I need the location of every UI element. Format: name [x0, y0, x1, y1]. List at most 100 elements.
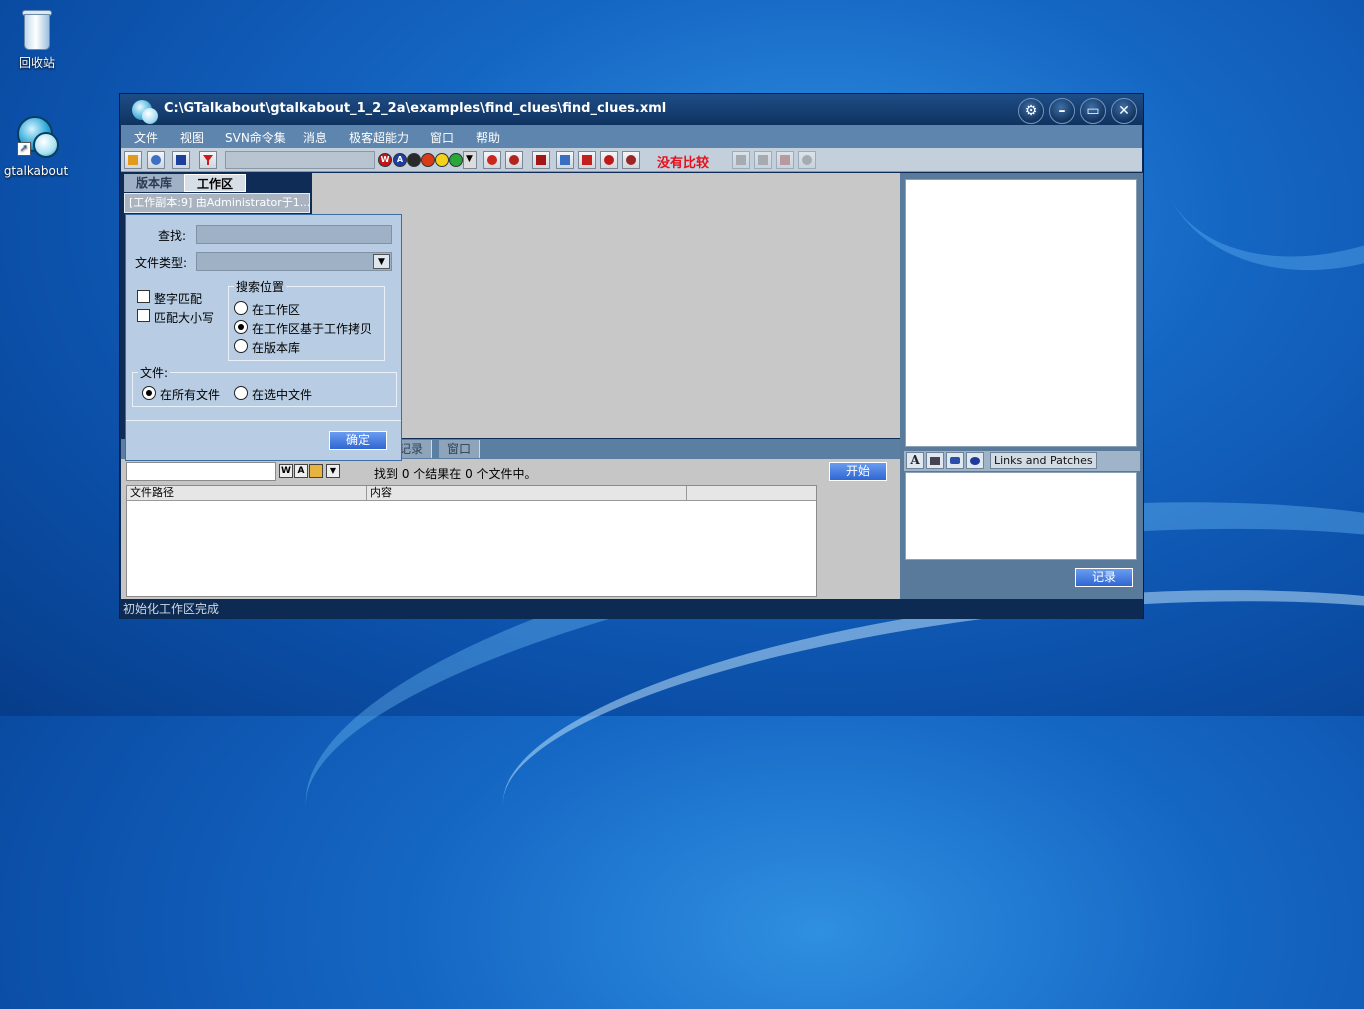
find-next-button[interactable]	[505, 151, 523, 169]
location-radio-repository[interactable]	[234, 339, 248, 353]
ball-yellow-icon[interactable]	[435, 153, 449, 167]
menu-geek[interactable]: 极客超能力	[349, 129, 409, 146]
image-icon	[930, 457, 940, 465]
file-scope-legend: 文件:	[138, 364, 171, 381]
media-icon	[970, 457, 980, 465]
match-case-label: 匹配大小写	[154, 311, 215, 325]
ball-a-icon[interactable]: A	[393, 153, 407, 167]
diff-prev-button[interactable]	[732, 151, 750, 169]
chevron-down-icon[interactable]: ▼	[373, 254, 390, 269]
tab-window[interactable]: 窗口	[439, 440, 481, 458]
open-folder-button[interactable]	[124, 151, 142, 169]
toolbar-field[interactable]	[225, 151, 375, 169]
close-icon: ✕	[1118, 103, 1130, 119]
ball-red-icon[interactable]	[421, 153, 435, 167]
desktop-icon-label: 回收站	[18, 56, 55, 70]
location-radio-workspace[interactable]	[234, 301, 248, 315]
menu-svn[interactable]: SVN命令集	[225, 129, 286, 146]
save-button[interactable]	[172, 151, 190, 169]
file-label-all: 在所有文件	[160, 388, 221, 402]
magnifier-red-icon	[487, 155, 497, 165]
media-button[interactable]	[966, 452, 984, 469]
location-radio-working-copy[interactable]	[234, 320, 248, 334]
zoom-icon	[626, 155, 636, 165]
find-label: 查找:	[158, 229, 187, 243]
desktop-icon-recycle-bin[interactable]: 回收站	[0, 6, 77, 71]
match-case-icon[interactable]: A	[294, 464, 308, 478]
left-pane: 版本库 工作区 [工作副本:9] 由Administrator于1...	[121, 172, 311, 213]
ball-dark-icon[interactable]	[407, 153, 421, 167]
list-edit-icon	[560, 155, 570, 165]
window-title: C:\GTalkabout\gtalkabout_1_2_2a\examples…	[164, 101, 667, 116]
column-header-path[interactable]: 文件路径	[127, 486, 367, 501]
diff-merge-button[interactable]	[776, 151, 794, 169]
magnifier-icon	[509, 155, 519, 165]
folder-scope-icon[interactable]	[309, 464, 323, 478]
column-header-extra[interactable]	[687, 486, 816, 501]
column-header-content[interactable]: 内容	[367, 486, 687, 501]
diff-next-button[interactable]	[754, 151, 772, 169]
printer-icon	[536, 155, 546, 165]
wallpaper-swoosh	[1105, 0, 1364, 331]
title-bar[interactable]: C:\GTalkabout\gtalkabout_1_2_2a\examples…	[120, 94, 1143, 125]
find-input[interactable]	[196, 225, 392, 244]
dialog-divider	[126, 420, 401, 421]
toolbar: W A ▼ 没有比较	[121, 148, 1142, 172]
edit-list-button[interactable]	[556, 151, 574, 169]
search-location-legend: 搜索位置	[234, 278, 287, 295]
notes-area[interactable]	[905, 472, 1137, 560]
file-radio-selected[interactable]	[234, 386, 248, 400]
filetype-select[interactable]: ▼	[196, 252, 392, 271]
font-button[interactable]: A	[906, 452, 924, 469]
refresh-icon	[802, 155, 812, 165]
menu-message[interactable]: 消息	[303, 129, 327, 146]
start-button[interactable]: 开始	[829, 462, 887, 481]
dropdown-button[interactable]: ▼	[463, 151, 477, 169]
location-label-working-copy: 在工作区基于工作拷贝	[252, 322, 373, 336]
redo-icon	[582, 155, 592, 165]
zoom-button[interactable]	[622, 151, 640, 169]
find-red-button[interactable]	[483, 151, 501, 169]
refresh-button[interactable]	[798, 151, 816, 169]
results-table: 文件路径 内容	[126, 485, 817, 597]
ok-button[interactable]: 确定	[329, 431, 387, 450]
compare-status: 没有比较	[657, 156, 710, 171]
links-patches-tab[interactable]: Links and Patches	[990, 452, 1097, 469]
search-doc-button[interactable]	[147, 151, 165, 169]
menu-help[interactable]: 帮助	[476, 129, 500, 146]
gtalkabout-shortcut-icon: ➚	[11, 112, 61, 162]
tab-workspace[interactable]: 工作区	[184, 174, 246, 192]
menu-view[interactable]: 视图	[180, 129, 204, 146]
ball-green-icon[interactable]	[449, 153, 463, 167]
status-bar: 初始化工作区完成	[121, 599, 1142, 619]
talk-button[interactable]	[600, 151, 618, 169]
close-button[interactable]: ✕	[1111, 98, 1137, 124]
settings-button[interactable]: ⚙	[1018, 98, 1044, 124]
chevron-down-icon[interactable]: ▼	[326, 464, 340, 478]
app-logo-icon	[130, 98, 160, 124]
diff-icon	[758, 155, 768, 165]
recycle-bin-icon	[20, 6, 54, 52]
match-case-checkbox[interactable]	[137, 309, 150, 322]
menu-window[interactable]: 窗口	[430, 129, 454, 146]
whole-word-checkbox[interactable]	[137, 290, 150, 303]
menu-file[interactable]: 文件	[134, 129, 158, 146]
minimize-button[interactable]: –	[1049, 98, 1075, 124]
image-button[interactable]	[926, 452, 944, 469]
file-radio-all[interactable]	[142, 386, 156, 400]
right-panel: A Links and Patches 记录	[900, 173, 1143, 599]
ball-w-icon[interactable]: W	[378, 153, 392, 167]
whole-word-icon[interactable]: W	[279, 464, 293, 478]
print-button[interactable]	[532, 151, 550, 169]
working-copy-item[interactable]: [工作副本:9] 由Administrator于1...	[124, 193, 310, 213]
tab-repository[interactable]: 版本库	[124, 174, 184, 192]
find-results-search-input[interactable]	[126, 462, 276, 481]
diff-icon	[736, 155, 746, 165]
filter-button[interactable]	[199, 151, 217, 169]
redo-button[interactable]	[578, 151, 596, 169]
camera-button[interactable]	[946, 452, 964, 469]
maximize-button[interactable]: ▭	[1080, 98, 1106, 124]
desktop-icon-gtalkabout[interactable]: ➚ gtalkabout	[0, 112, 76, 178]
font-a-icon: A	[910, 453, 920, 467]
record-button[interactable]: 记录	[1075, 568, 1133, 587]
